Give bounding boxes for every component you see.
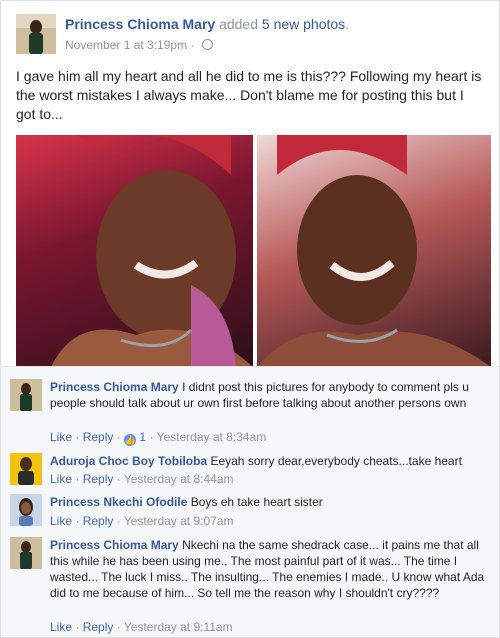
commenter-name-link[interactable]: Princess Chioma Mary (50, 538, 179, 552)
separator: · (75, 620, 80, 634)
comment-time[interactable]: Yesterday at 8:34am (157, 430, 267, 444)
like-link[interactable]: Like (50, 514, 72, 528)
separator: · (116, 472, 121, 486)
commenter-name-link[interactable]: Princess Nkechi Ofodile (50, 495, 187, 509)
comments-section: Princess Chioma Mary I didnt post this p… (0, 366, 500, 638)
separator: · (116, 430, 121, 444)
comment-actions: Like · Reply · Yesterday at 9:11am (50, 620, 233, 634)
author-name-link[interactable]: Princess Chioma Mary (65, 16, 215, 32)
commenter-avatar[interactable] (10, 453, 42, 485)
post-photo-2[interactable] (257, 135, 491, 367)
comment-text: Eeyah sorry dear,everybody cheats...take… (210, 454, 462, 468)
commenter-avatar[interactable] (10, 494, 42, 526)
post-text: I gave him all my heart and all he did t… (16, 68, 482, 122)
separator: · (75, 514, 80, 528)
comment-body: Princess Chioma Mary I didnt post this p… (50, 379, 490, 411)
author-avatar[interactable] (16, 14, 56, 54)
separator: · (149, 430, 154, 444)
commenter-avatar[interactable] (10, 379, 42, 411)
comment-body: Princess Nkechi Ofodile Boys eh take hea… (50, 494, 490, 510)
like-count[interactable]: 1 (139, 430, 146, 444)
comment-body: Princess Chioma Mary Nkechi na the same … (50, 537, 490, 601)
reply-link[interactable]: Reply (83, 514, 114, 528)
separator: · (75, 430, 80, 444)
reply-link[interactable]: Reply (83, 472, 114, 486)
comment-time[interactable]: Yesterday at 9:11am (124, 620, 233, 634)
thumbs-up-icon[interactable]: 👍 (124, 434, 137, 446)
separator: · (75, 472, 80, 486)
separator: · (116, 514, 121, 528)
commenter-avatar[interactable] (10, 537, 42, 569)
post-header: Princess Chioma Mary added 5 new photos. (65, 16, 349, 32)
post-card: Princess Chioma Mary added 5 new photos.… (0, 0, 500, 367)
post-meta: November 1 at 3:19pm · (65, 38, 213, 52)
comment-text: Boys eh take heart sister (190, 495, 323, 509)
meta-separator: · (190, 38, 195, 52)
post-photo-1[interactable] (16, 135, 253, 367)
commenter-name-link[interactable]: Princess Chioma Mary (50, 380, 179, 394)
globe-icon[interactable] (201, 39, 213, 50)
separator: · (116, 620, 121, 634)
action-prefix: added (219, 16, 258, 32)
comment-time[interactable]: Yesterday at 9:07am (124, 514, 234, 528)
reply-link[interactable]: Reply (83, 430, 114, 444)
comment-time[interactable]: Yesterday at 8:44am (124, 472, 234, 486)
comment-actions: Like · Reply · Yesterday at 9:07am (50, 514, 234, 528)
like-link[interactable]: Like (50, 430, 72, 444)
comment-actions: Like · Reply · 👍 1 · Yesterday at 8:34am (50, 430, 266, 446)
post-timestamp[interactable]: November 1 at 3:19pm (65, 38, 187, 52)
commenter-name-link[interactable]: Aduroja Choc Boy Tobiloba (50, 454, 207, 468)
action-suffix: . (345, 16, 350, 32)
photos-count-link[interactable]: 5 new photos (262, 16, 345, 32)
reply-link[interactable]: Reply (83, 620, 114, 634)
like-link[interactable]: Like (50, 472, 72, 486)
like-link[interactable]: Like (50, 620, 72, 634)
comment-actions: Like · Reply · Yesterday at 8:44am (50, 472, 234, 486)
comment-body: Aduroja Choc Boy Tobiloba Eeyah sorry de… (50, 453, 490, 469)
